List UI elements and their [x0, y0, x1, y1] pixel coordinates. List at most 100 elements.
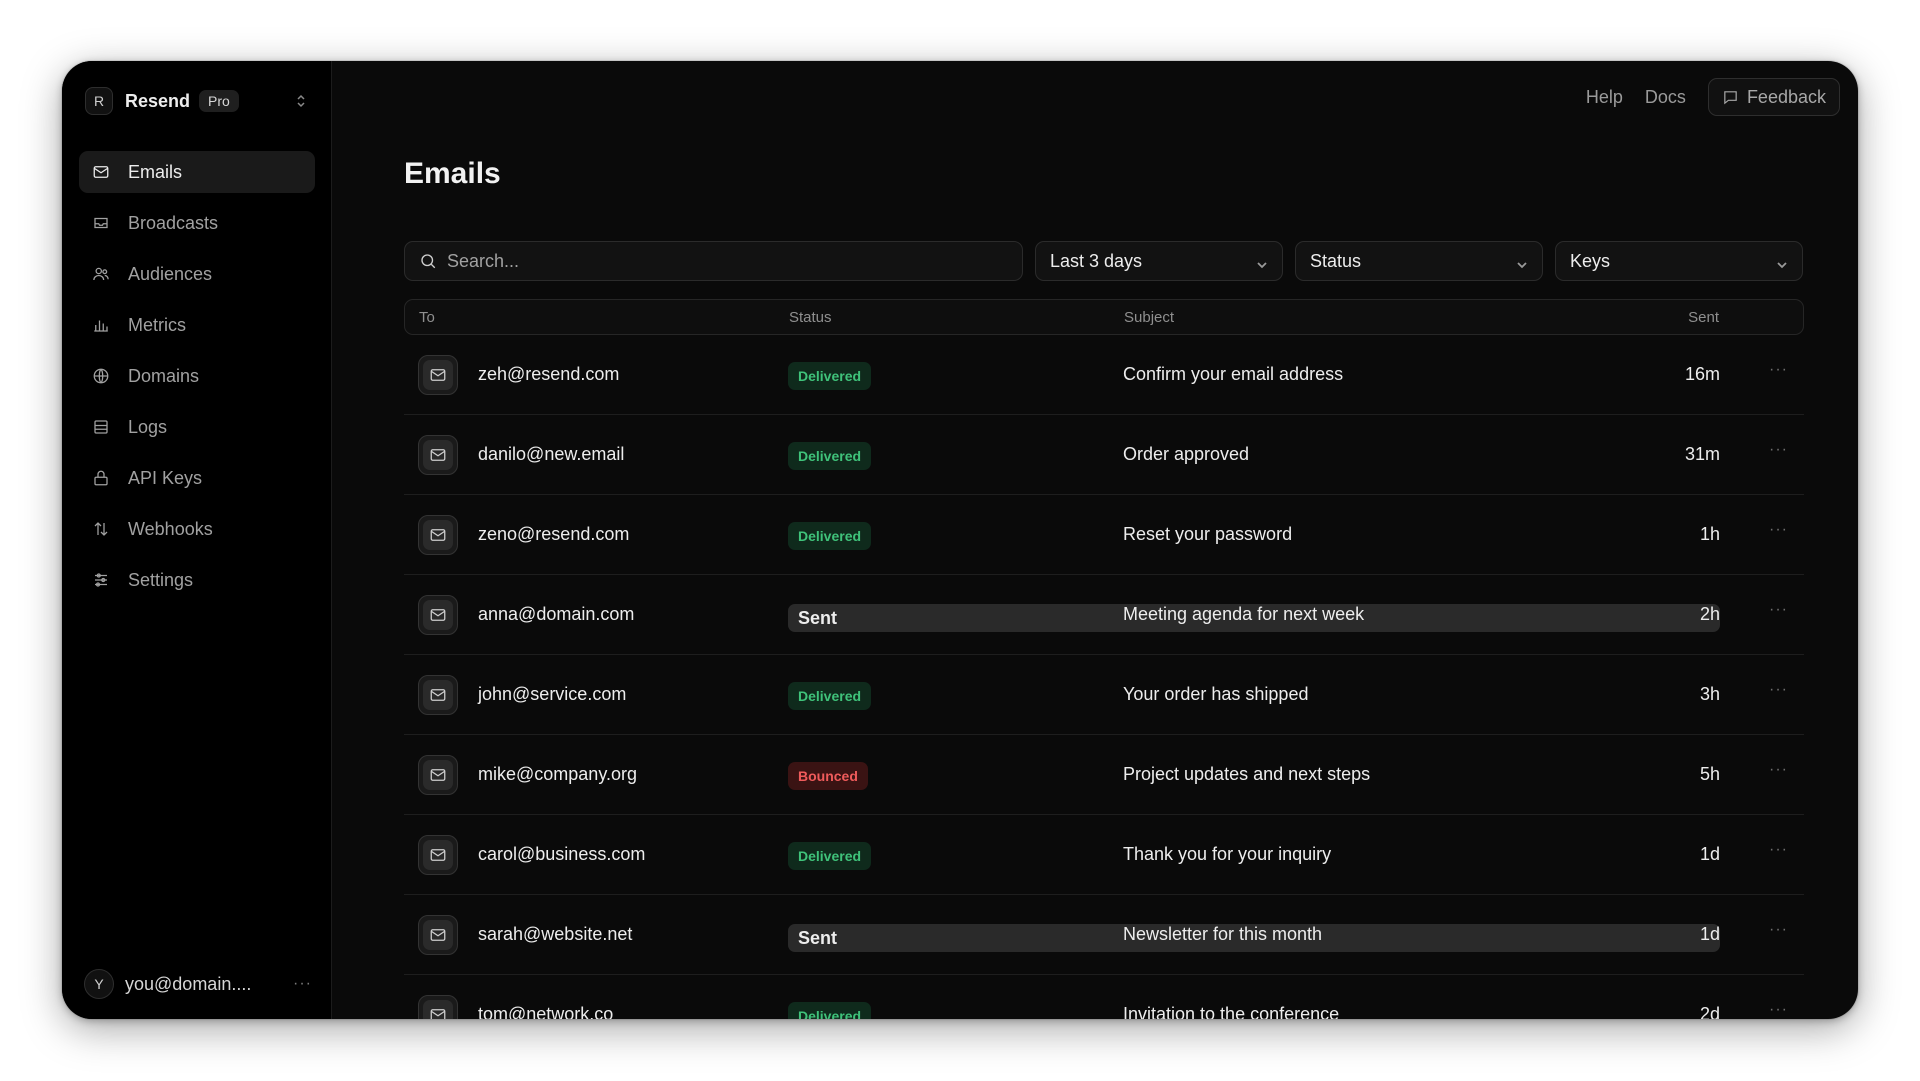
table-row[interactable]: tom@network.co Delivered Invitation to the…: [404, 975, 1804, 1019]
sidebar-item-metrics[interactable]: Metrics: [79, 304, 315, 346]
plan-badge: Pro: [199, 90, 239, 112]
sidebar: R Resend Pro Emails Broadcasts Audiences: [62, 61, 332, 1019]
table-row[interactable]: sarah@website.net Sent Newsletter for this…: [404, 895, 1804, 975]
app-window: R Resend Pro Emails Broadcasts Audiences: [62, 61, 1858, 1019]
sent-time: 1d: [1699, 844, 1720, 864]
user-menu[interactable]: Y you@domain.... ···: [84, 969, 312, 999]
sidebar-item-logs[interactable]: Logs: [79, 406, 315, 448]
docs-link[interactable]: Docs: [1645, 87, 1686, 108]
sidebar-item-label: Metrics: [128, 314, 186, 335]
mail-icon-inner: [423, 360, 453, 390]
mail-icon: [92, 163, 110, 181]
recipient-email: zeno@resend.com: [478, 524, 630, 544]
sidebar-item-domains[interactable]: Domains: [79, 355, 315, 397]
recipient-email: tom@network.co: [478, 1004, 614, 1019]
top-bar: Help Docs Feedback: [1586, 78, 1840, 116]
row-more-icon[interactable]: ···: [1769, 1001, 1788, 1019]
email-subject: Newsletter for this month: [1123, 924, 1323, 944]
sidebar-nav: Emails Broadcasts Audiences Metrics Doma…: [79, 151, 315, 610]
email-subject: Project updates and next steps: [1123, 764, 1371, 784]
mail-icon-inner: [423, 680, 453, 710]
sent-time: 16m: [1684, 364, 1720, 384]
mail-icon-inner: [423, 1000, 453, 1019]
table-body: zeh@resend.com Delivered Confirm your emai…: [404, 335, 1804, 1019]
email-subject: Meeting agenda for next week: [1123, 604, 1365, 624]
status-badge: Delivered: [788, 442, 872, 470]
mail-icon: [418, 675, 458, 715]
table-row[interactable]: carol@business.com Delivered Thank you for…: [404, 815, 1804, 895]
mail-icon-inner: [423, 760, 453, 790]
status-badge: Bounced: [788, 762, 868, 790]
sidebar-item-label: Logs: [128, 416, 168, 437]
sidebar-item-label: Webhooks: [128, 518, 213, 539]
mail-icon: [418, 355, 458, 395]
date-range-select[interactable]: Last 3 days: [1035, 241, 1283, 281]
sent-time: 1h: [1699, 524, 1720, 544]
row-more-icon[interactable]: ···: [1769, 681, 1788, 699]
row-more-icon[interactable]: ···: [1769, 441, 1788, 459]
user-email: you@domain....: [125, 973, 252, 994]
chevron-down-icon: [1256, 255, 1268, 269]
sidebar-item-api-keys[interactable]: API Keys: [79, 457, 315, 499]
globe-icon: [92, 367, 110, 385]
sent-time: 1d: [1699, 924, 1720, 944]
users-icon: [92, 265, 110, 283]
table-row[interactable]: zeno@resend.com Delivered Reset your passw…: [404, 495, 1804, 575]
recipient-email: john@service.com: [478, 684, 627, 704]
table-row[interactable]: john@service.com Delivered Your order has …: [404, 655, 1804, 735]
mail-icon: [418, 995, 458, 1019]
recipient-email: sarah@website.net: [478, 924, 633, 944]
status-badge: Delivered: [788, 1002, 872, 1019]
status-select[interactable]: Status: [1295, 241, 1543, 281]
mail-icon: [418, 435, 458, 475]
sidebar-item-webhooks[interactable]: Webhooks: [79, 508, 315, 550]
row-more-icon[interactable]: ···: [1769, 841, 1788, 859]
sidebar-item-label: Domains: [128, 365, 200, 386]
sidebar-item-label: Emails: [128, 161, 183, 182]
sent-time: 31m: [1684, 444, 1720, 464]
team-switcher[interactable]: R Resend Pro: [85, 86, 307, 116]
table-row[interactable]: zeh@resend.com Delivered Confirm your emai…: [404, 335, 1804, 415]
email-subject: Thank you for your inquiry: [1123, 844, 1332, 864]
table-row[interactable]: mike@company.org Bounced Project updates a…: [404, 735, 1804, 815]
mail-icon: [418, 835, 458, 875]
user-avatar: Y: [84, 969, 114, 999]
mail-icon-inner: [423, 920, 453, 950]
team-name: Resend: [125, 90, 191, 111]
status-badge: Delivered: [788, 842, 872, 870]
table-row[interactable]: danilo@new.email Delivered Order approved 3…: [404, 415, 1804, 495]
arrows-icon: [92, 520, 110, 538]
email-subject: Confirm your email address: [1123, 364, 1344, 384]
search-input[interactable]: [447, 250, 987, 272]
sidebar-item-label: Broadcasts: [128, 212, 219, 233]
sidebar-item-emails[interactable]: Emails: [79, 151, 315, 193]
row-more-icon[interactable]: ···: [1769, 601, 1788, 619]
chevron-up-down-icon[interactable]: [295, 93, 307, 109]
mail-icon: [418, 755, 458, 795]
row-more-icon[interactable]: ···: [1769, 761, 1788, 779]
sidebar-item-settings[interactable]: Settings: [79, 559, 315, 601]
keys-select[interactable]: Keys: [1555, 241, 1803, 281]
chevron-down-icon: [1516, 255, 1528, 269]
column-header-sent[interactable]: Sent: [1688, 309, 1719, 326]
table-row[interactable]: anna@domain.com Sent Meeting agenda for ne…: [404, 575, 1804, 655]
row-more-icon[interactable]: ···: [1769, 361, 1788, 379]
sidebar-item-broadcasts[interactable]: Broadcasts: [79, 202, 315, 244]
help-link[interactable]: Help: [1586, 87, 1623, 108]
feedback-button[interactable]: Feedback: [1707, 78, 1840, 116]
emails-table: To Status Subject Sent zeh@resend.com Del…: [404, 299, 1804, 1019]
row-more-icon[interactable]: ···: [1769, 521, 1788, 539]
email-subject: Order approved: [1123, 444, 1250, 464]
column-header-subject[interactable]: Subject: [1124, 309, 1174, 326]
column-header-to[interactable]: To: [419, 309, 435, 326]
email-subject: Invitation to the conference: [1123, 1004, 1340, 1019]
sent-time: 5h: [1699, 764, 1720, 784]
row-more-icon[interactable]: ···: [1769, 921, 1788, 939]
column-header-status[interactable]: Status: [789, 309, 832, 326]
more-icon[interactable]: ···: [293, 975, 312, 993]
mail-icon-inner: [423, 440, 453, 470]
mail-icon-inner: [423, 600, 453, 630]
sidebar-item-audiences[interactable]: Audiences: [79, 253, 315, 295]
search-box[interactable]: [404, 241, 1023, 281]
sent-time: 2d: [1699, 1004, 1720, 1019]
